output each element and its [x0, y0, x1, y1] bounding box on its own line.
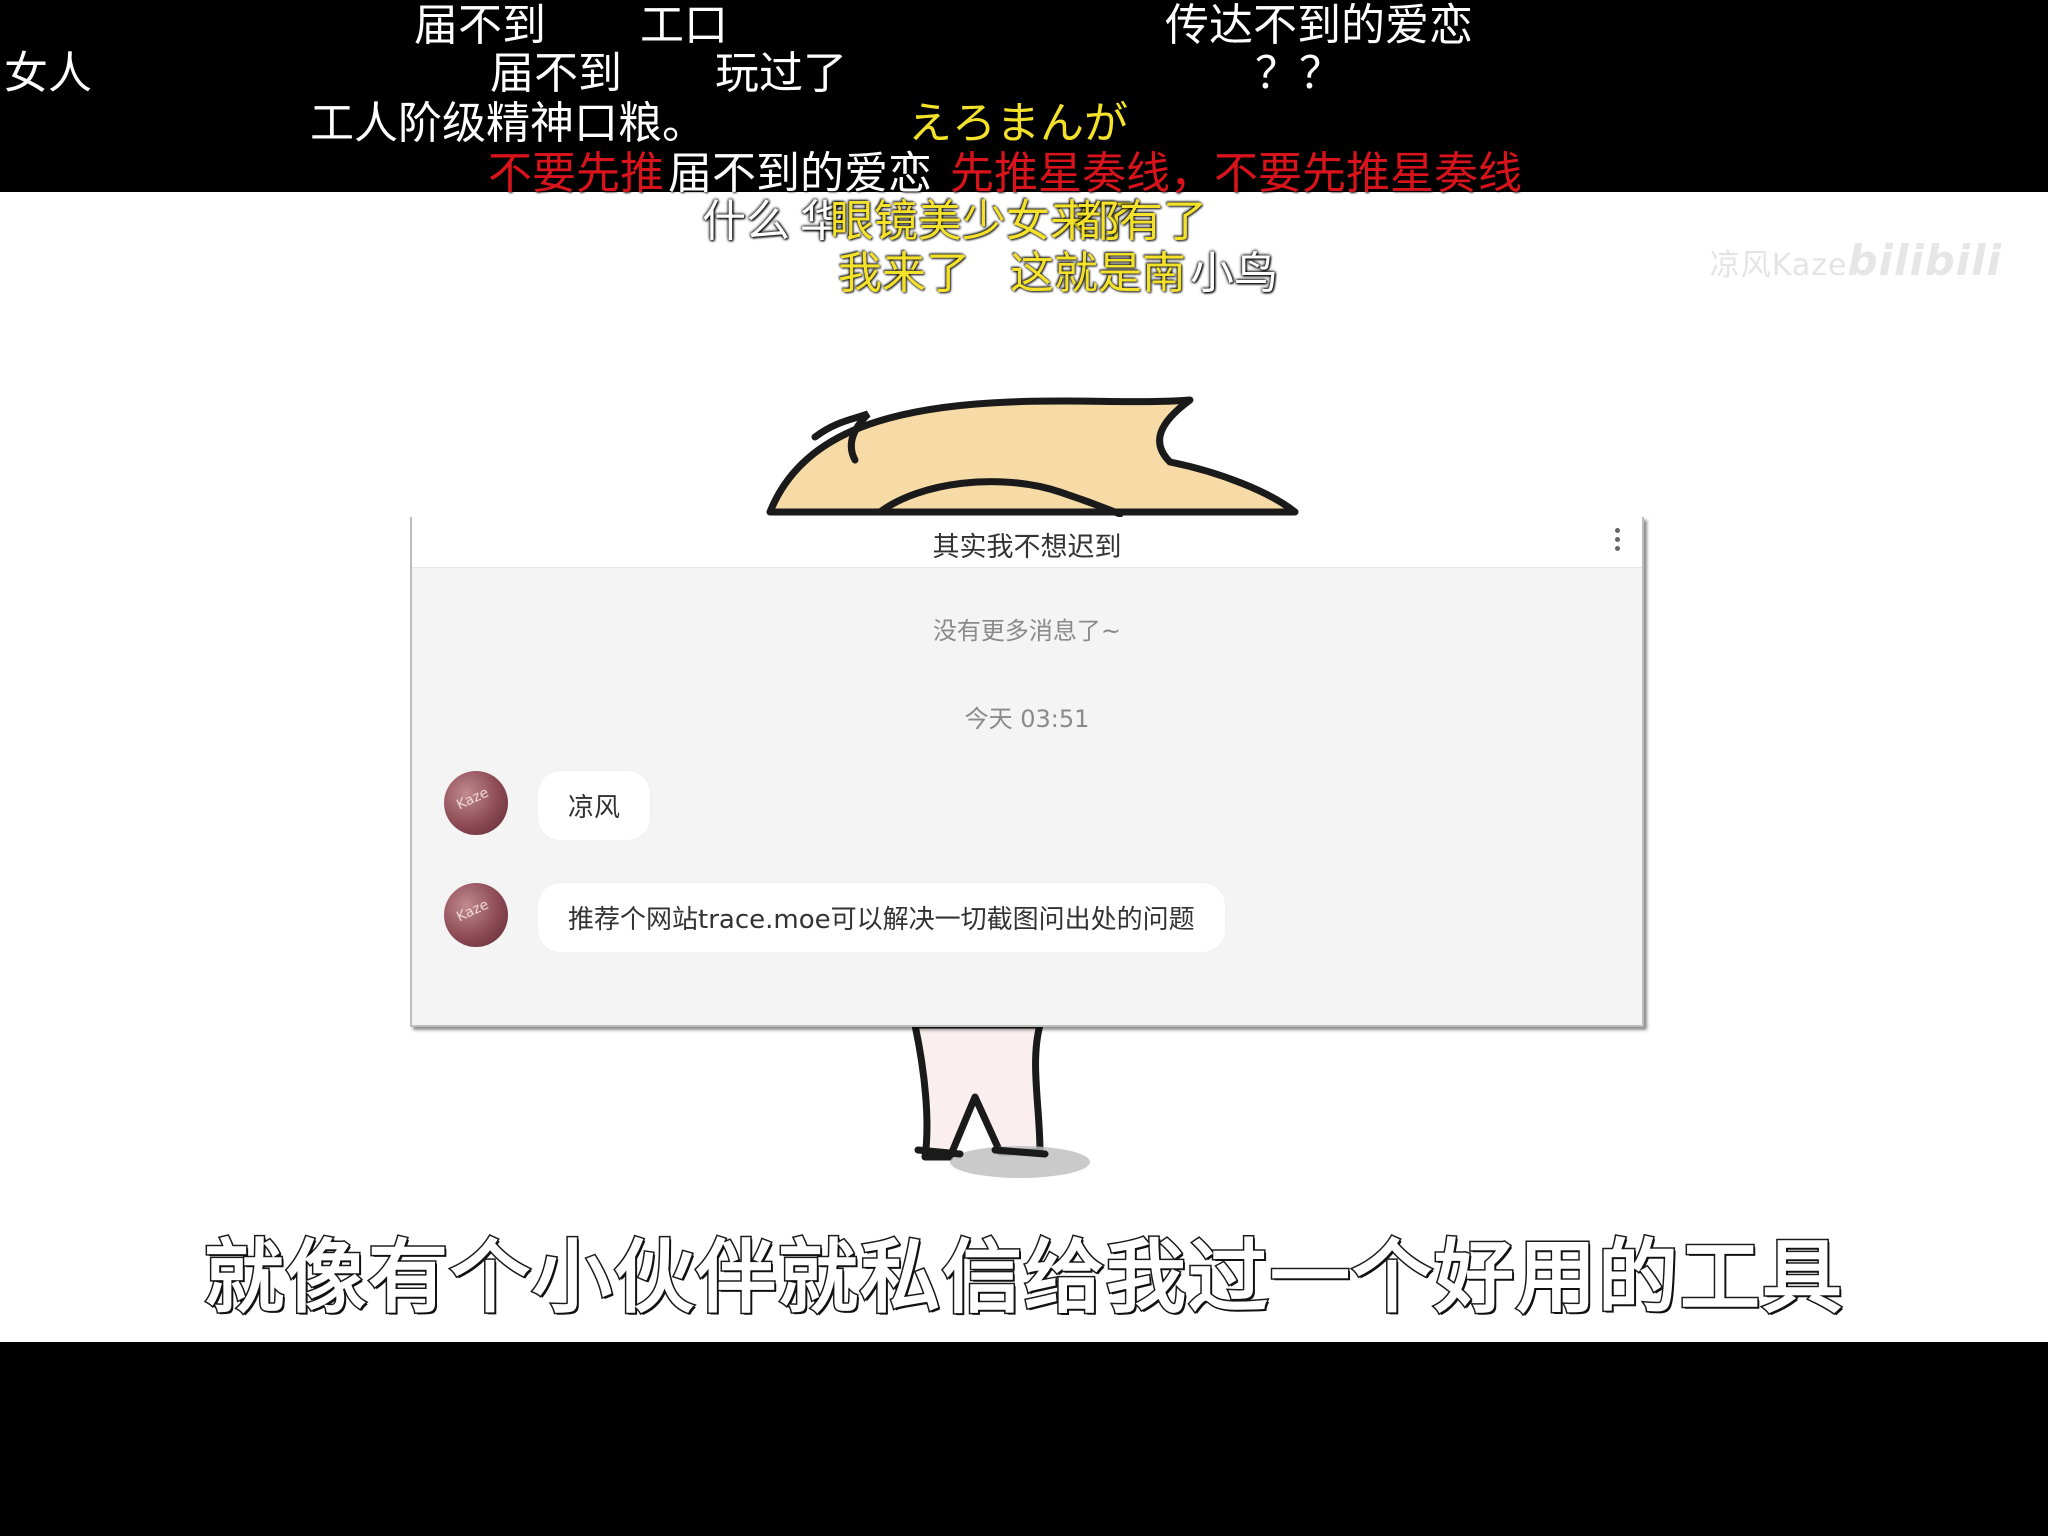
- danmaku-comment: 届不到: [490, 48, 622, 99]
- danmaku-comment: 什么: [702, 196, 790, 247]
- danmaku-comment: 小鸟: [1190, 248, 1278, 299]
- danmaku-comment: 女人: [4, 48, 92, 99]
- danmaku-comment: 这就是南: [1010, 248, 1186, 299]
- danmaku-comment: 工人阶级精神口粮。: [310, 98, 706, 149]
- danmaku-comment: 我来了: [838, 248, 970, 299]
- message-bubble: 推荐个网站trace.moe可以解决一切截图问出处的问题: [538, 883, 1225, 952]
- chat-header: 其实我不想迟到: [412, 517, 1642, 568]
- video-frame: 凉风Kazebilibili 其实我不想迟到 没有更多消息了~ 今天 03:51…: [0, 192, 2048, 1342]
- danmaku-comment: 不要先推: [488, 148, 664, 199]
- danmaku-comment: 届不到: [414, 0, 546, 51]
- danmaku-comment: えろまんが: [908, 98, 1128, 149]
- danmaku-comment: 传达不到的爱恋: [1165, 0, 1473, 51]
- avatar[interactable]: Kaze: [444, 883, 508, 947]
- message-bubble: 凉风: [538, 771, 651, 840]
- danmaku-comment: 都有了: [1075, 196, 1207, 247]
- danmaku-comment: 先推星奏线，不要先推星奏线: [950, 148, 1522, 199]
- chat-window: 其实我不想迟到 没有更多消息了~ 今天 03:51 Kaze 凉风 Kaze 推…: [410, 517, 1644, 1027]
- message-timestamp: 今天 03:51: [964, 705, 1090, 733]
- danmaku-comment: 届不到的爱恋: [668, 148, 932, 199]
- danmaku-comment: ？？: [1255, 48, 1343, 99]
- danmaku-comment: 工口: [640, 0, 728, 51]
- letterbox-bottom: [0, 1342, 2048, 1536]
- no-more-messages-notice: 没有更多消息了~: [932, 617, 1122, 645]
- more-options-icon[interactable]: [1612, 525, 1622, 559]
- danmaku-comment: 玩过了: [715, 48, 847, 99]
- chat-title: 其实我不想迟到: [932, 532, 1122, 563]
- avatar[interactable]: Kaze: [444, 771, 508, 835]
- video-subtitle: 就像有个小伙伴就私信给我过一个好用的工具: [203, 1230, 1844, 1326]
